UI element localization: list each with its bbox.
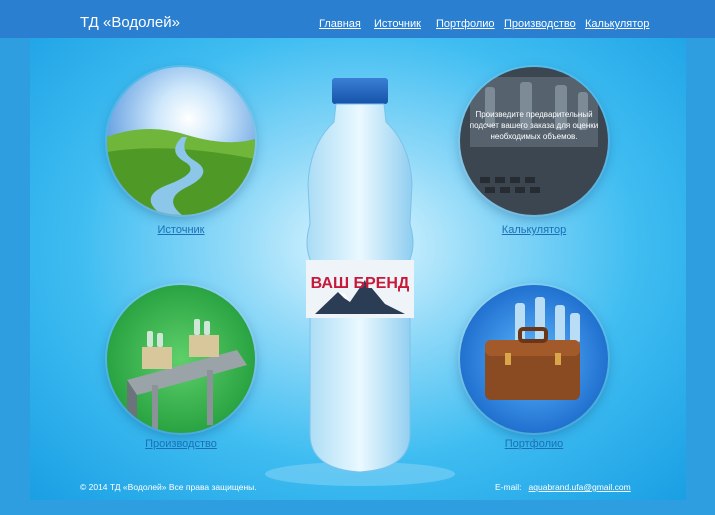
production-image[interactable] [107,285,255,433]
nav-home[interactable]: Главная [319,18,361,30]
production-link[interactable]: Производство [101,438,261,450]
portfolio-link[interactable]: Портфолио [454,438,614,450]
nav-production[interactable]: Производство [504,18,576,30]
calculator-link[interactable]: Калькулятор [454,224,614,236]
calculator-description: Произведите предварительный подсчет ваше… [469,110,599,141]
footer-copyright: © 2014 ТД «Водолей» Все права защищены. [80,482,257,492]
nav-portfolio[interactable]: Портфолио [436,18,495,30]
portfolio-image[interactable] [460,285,608,433]
email-label: E-mail: [495,482,522,492]
site-title[interactable]: ТД «Водолей» [80,14,180,31]
calculator-image[interactable]: Произведите предварительный подсчет ваше… [460,67,608,215]
source-link[interactable]: Источник [101,224,261,236]
email-link[interactable]: aquabrand.ufa@gmail.com [529,482,631,492]
water-bottle: ВАШ БРЕНД [260,74,460,494]
nav-source[interactable]: Источник [374,18,421,30]
nav-calculator[interactable]: Калькулятор [585,18,649,30]
footer-contact: E-mail: aquabrand.ufa@gmail.com [495,482,631,492]
main-panel: Источник Произведите предварительный под… [30,38,686,500]
source-image[interactable] [107,67,255,215]
bottle-brand-text: ВАШ БРЕНД [311,275,410,292]
